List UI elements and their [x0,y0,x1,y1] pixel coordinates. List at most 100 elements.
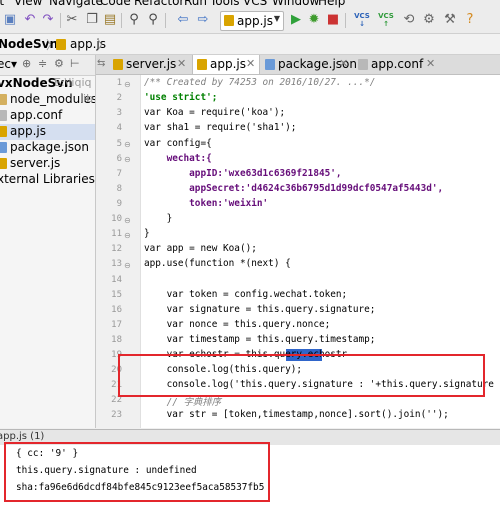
menu-window[interactable]: Window [272,0,319,8]
menu-view[interactable]: View [14,0,42,8]
menu-navigate[interactable]: Navigate [49,0,103,8]
tree-item-package-json[interactable]: package.json [0,140,95,156]
tree-item-external-libraries[interactable]: xternal Libraries [0,172,95,188]
gear-icon[interactable]: ⚙ [54,57,64,70]
project-root[interactable]: vxNodeSvn E:\liqiq [0,76,95,92]
code-line: var app = new Koa(); [144,243,257,254]
line-number: 17 [111,320,122,330]
hide-icon[interactable]: ⊢ [70,57,80,70]
close-icon[interactable]: ✕ [177,57,186,70]
code-line: } [144,213,173,224]
menu-edit[interactable]: it [0,0,4,8]
json-file-icon [265,59,275,70]
line-number: 15 [111,290,122,300]
code-line: } [144,228,150,239]
js-file-icon [0,126,7,137]
main-toolbar: ▣ ↶ ↷ ✂ ❐ ▤ ⚲ ⚲ ⇦ ⇨ app.js ▼ ▶ ✹ ■ VCS ↓ … [0,8,500,34]
code-line: token:'weixin' [144,198,269,209]
close-icon[interactable]: ✕ [426,57,435,70]
run-panel-title[interactable]: app.js (1) [0,431,44,442]
annotation-box-output [4,442,270,502]
debug-icon[interactable]: ✹ [306,12,322,28]
forward-icon[interactable]: ⇨ [195,12,211,28]
code-line: var nonce = this.query.nonce; [144,319,331,330]
run-configuration-selector[interactable]: app.js ▼ [220,11,284,31]
code-line: var timestamp = this.query.timestamp; [144,334,376,345]
fold-icon[interactable]: ⊖ [124,231,131,240]
menu-help[interactable]: Help [318,0,345,8]
tab-server-js[interactable]: server.js ✕ [109,55,189,74]
editor-tabs: ⇆ server.js ✕ app.js ✕ package.json ✕ ap… [96,55,500,75]
fold-icon[interactable]: ⊖ [124,140,131,149]
breadcrumb: NodeSvn 〉 app.js 〉 [0,34,500,55]
close-icon[interactable]: ✕ [246,57,255,70]
tab-label: server.js [126,57,177,71]
tree-item-node-modules[interactable]: node_modules lib [0,92,95,108]
tree-item-label: xternal Libraries [0,172,95,186]
tree-item-server-js[interactable]: server.js [0,156,95,172]
line-number: 14 [111,275,122,285]
copy-icon[interactable]: ❐ [84,12,100,28]
code-line: /** Created by 74253 on 2016/10/27. ...*… [144,77,376,88]
menu-tools[interactable]: Tools [210,0,240,8]
menu-vcs[interactable]: VCS [243,0,267,8]
code-line: var str = [token,timestamp,nonce].sort()… [144,409,449,420]
tree-item-label: server.js [10,156,61,170]
fold-icon[interactable]: ⊖ [124,216,131,225]
code-line: var sha1 = require('sha1'); [144,122,297,133]
code-line: appSecret:'d4624c36b6795d1d99dcf0547af54… [144,183,444,194]
line-number: 2 [116,93,122,103]
structure-icon[interactable]: ⚒ [442,12,458,28]
history-icon[interactable]: ⟲ [401,12,417,28]
close-icon[interactable]: ✕ [339,57,348,70]
cut-icon[interactable]: ✂ [64,12,80,28]
back-icon[interactable]: ⇦ [175,12,191,28]
vcs-update-icon[interactable]: VCS ↓ [354,12,370,28]
tab-scroll-icon[interactable]: ⇆ [97,58,105,69]
chevron-down-icon: ▼ [273,14,280,23]
menu-refactor[interactable]: Refactor [134,0,184,8]
code-line: var token = config.wechat.token; [144,289,348,300]
line-number: 23 [111,410,122,420]
line-number: 12 [111,244,122,254]
redo-icon[interactable]: ↷ [40,12,56,28]
toolbar-divider [121,13,122,28]
tab-app-conf[interactable]: app.conf ✕ [354,55,444,74]
line-number: 18 [111,335,122,345]
project-panel-toolbar: ec▾ ⊕ ≑ ⚙ ⊢ [0,55,95,76]
tree-item-app-js[interactable]: app.js [0,124,95,140]
tab-app-js[interactable]: app.js ✕ [192,55,260,74]
vcs-commit-icon[interactable]: VCS ↑ [378,12,394,28]
line-number: 9 [116,199,122,209]
vcs-update-label: VCS [354,12,370,20]
fold-icon[interactable]: ⊖ [124,80,131,89]
menu-code[interactable]: Code [100,0,131,8]
help-icon[interactable]: ? [462,12,478,28]
tree-item-label: package.json [10,140,90,154]
settings-icon[interactable]: ⚙ [421,12,437,28]
menu-bar: it View Navigate Code Refactor Run Tools… [0,0,500,8]
js-file-icon [224,15,234,26]
tab-package-json[interactable]: package.json ✕ [261,55,357,74]
code-line: var config={ [144,138,212,149]
save-all-icon[interactable]: ▣ [2,12,18,28]
replace-icon[interactable]: ⚲ [145,12,161,28]
menu-run[interactable]: Run [184,0,207,8]
json-file-icon [0,142,7,153]
locate-icon[interactable]: ⊕ [22,57,31,70]
line-number: 16 [111,305,122,315]
stop-icon[interactable]: ■ [325,12,341,28]
sort-icon[interactable]: ≑ [38,57,47,70]
undo-icon[interactable]: ↶ [22,12,38,28]
fold-icon[interactable]: ⊖ [124,155,131,164]
project-view-dropdown[interactable]: ec▾ [0,57,17,71]
js-file-icon [56,39,66,50]
paste-icon[interactable]: ▤ [102,12,118,28]
tree-item-app-conf[interactable]: app.conf [0,108,95,124]
line-number: 10 [111,214,122,224]
line-number: 4 [116,123,122,133]
find-icon[interactable]: ⚲ [126,12,142,28]
fold-icon[interactable]: ⊖ [124,261,131,270]
run-icon[interactable]: ▶ [288,12,304,28]
tree-item-label: app.conf [10,108,63,122]
